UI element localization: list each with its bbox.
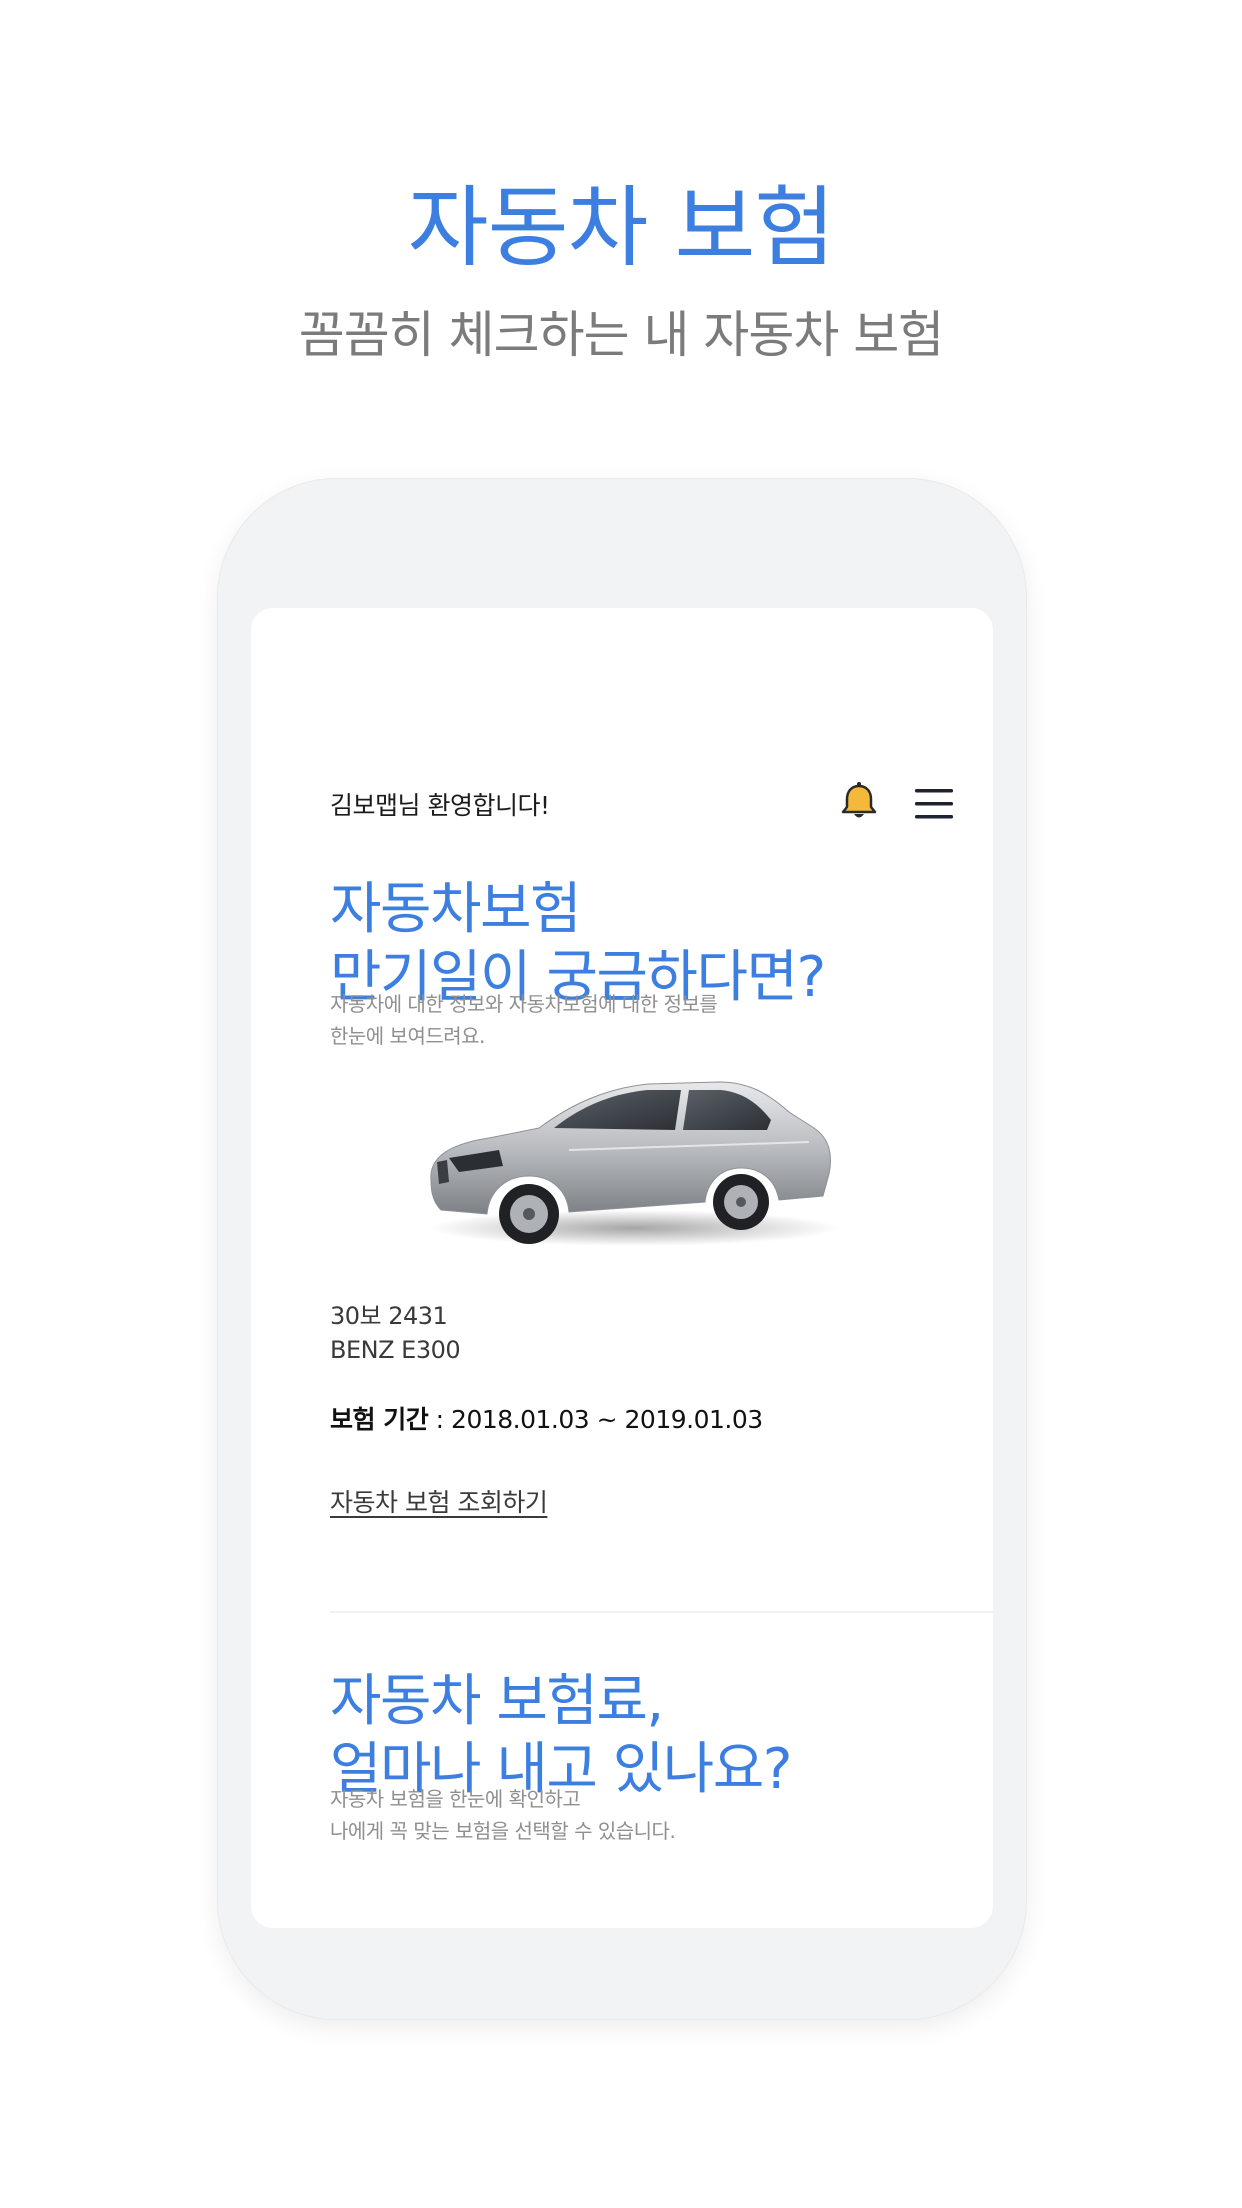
app-store-screenshot: 자동차 보험 꼼꼼히 체크하는 내 자동차 보험 김보맵님 환영합니다! 자동차… [0, 0, 1242, 2208]
section2-headline-line1: 자동차 보험료, [330, 1669, 664, 1734]
section1-desc-line1: 자동차에 대한 정보와 자동차보험에 대한 정보를 [330, 992, 718, 1016]
car-image [429, 1081, 839, 1246]
vehicle-model: BENZ E300 [330, 1336, 461, 1364]
hamburger-menu-icon[interactable] [915, 788, 953, 820]
section1-headline-line1: 자동차보험 [330, 877, 582, 942]
vehicle-plate: 30보 2431 [330, 1302, 448, 1330]
section1-description: 자동차에 대한 정보와 자동차보험에 대한 정보를 한눈에 보여드려요. [330, 988, 718, 1052]
insurance-period-label: 보험 기간 [330, 1405, 429, 1434]
welcome-message: 김보맵님 환영합니다! [330, 791, 550, 820]
insurance-lookup-link[interactable]: 자동차 보험 조회하기 [330, 1483, 548, 1519]
section2-description: 자동차 보험을 한눈에 확인하고 나에게 꼭 맞는 보험을 선택할 수 있습니다… [330, 1783, 676, 1847]
promo-title: 자동차 보험 [407, 176, 836, 279]
insurance-period: 보험 기간 : 2018.01.03 ~ 2019.01.03 [330, 1400, 763, 1436]
section2-desc-line1: 자동차 보험을 한눈에 확인하고 [330, 1787, 581, 1811]
promo-subtitle: 꼼꼼히 체크하는 내 자동차 보험 [298, 306, 945, 364]
section2-desc-line2: 나에게 꼭 맞는 보험을 선택할 수 있습니다. [330, 1819, 676, 1843]
insurance-period-value: : 2018.01.03 ~ 2019.01.03 [428, 1405, 764, 1434]
section-divider [330, 1611, 993, 1613]
bell-icon[interactable] [837, 780, 881, 824]
section1-desc-line2: 한눈에 보여드려요. [330, 1024, 485, 1048]
phone-screen: 김보맵님 환영합니다! 자동차보험 만기일이 궁금하다면? 자동차에 대한 정보… [251, 608, 993, 1928]
phone-frame: 김보맵님 환영합니다! 자동차보험 만기일이 궁금하다면? 자동차에 대한 정보… [217, 478, 1027, 2020]
